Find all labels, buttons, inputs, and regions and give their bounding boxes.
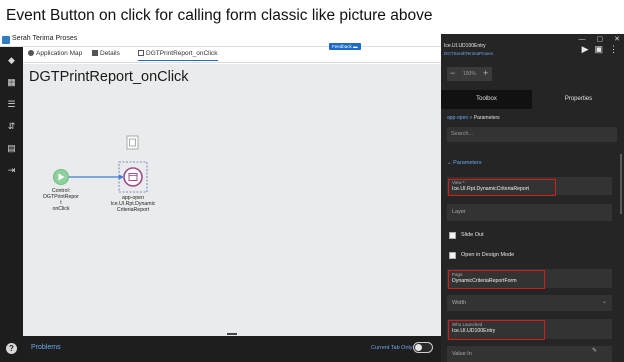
- close-button[interactable]: ✕: [614, 36, 620, 43]
- feedback-label: Feedback: [332, 44, 352, 49]
- breadcrumb-separator: >: [469, 115, 473, 121]
- breadcrumb-current: Parameters: [473, 115, 500, 121]
- tab-application-map[interactable]: Application Map: [28, 50, 82, 57]
- control-node-label: Control: DGTPrintRepor t onClick: [41, 188, 81, 212]
- workflow-canvas[interactable]: DGTPrintReport_onClick Control: DGTPrint…: [23, 64, 441, 336]
- width-placeholder: Width: [452, 300, 467, 306]
- left-toolbar: ◆ ▦ ☰ ⇵ ▤ ⇥ ?: [0, 47, 23, 362]
- details-icon: [92, 50, 98, 56]
- panel-actions: ▶ ▣ ⋮: [576, 44, 618, 55]
- panel-splitter[interactable]: [227, 333, 237, 335]
- app-open-label-line3: CriteriaReport: [116, 207, 150, 213]
- chevron-down-icon: ⌄: [601, 299, 607, 305]
- value-in-placeholder: Value In: [452, 351, 472, 357]
- tab-toolbox[interactable]: Toolbox: [441, 90, 532, 109]
- map-icon: [28, 50, 34, 56]
- application-window: Serah Terima Proses ◆ ▦ ☰ ⇵ ▤ ⇥ ? Applic…: [0, 34, 624, 362]
- title-bar: Serah Terima Proses: [0, 34, 441, 47]
- data-icon[interactable]: ▤: [6, 143, 17, 153]
- zoom-out-button[interactable]: −: [450, 68, 455, 78]
- save-icon[interactable]: ▣: [594, 44, 603, 54]
- window-controls: — ▢ ✕: [568, 35, 621, 43]
- toggle-knob: [415, 344, 422, 351]
- search-input[interactable]: Search...: [447, 127, 617, 142]
- tab-label: DGTPrintReport_onClick: [146, 50, 218, 57]
- current-tab-only-label: Current Tab Only: [371, 345, 413, 351]
- minimize-button[interactable]: —: [579, 36, 586, 43]
- workflow-diagram: [53, 135, 148, 193]
- app-open-node[interactable]: [123, 167, 143, 187]
- highlight-view: [448, 179, 556, 196]
- design-mode-checkbox[interactable]: [449, 252, 456, 259]
- tab-details[interactable]: Details: [92, 50, 120, 57]
- more-icon[interactable]: ⋮: [609, 44, 618, 54]
- control-label-line4: onClick: [52, 206, 70, 212]
- breadcrumb: app-open > Parameters: [447, 115, 500, 121]
- problems-bar: Problems Current Tab Only: [23, 336, 441, 362]
- zoom-control: − 100% +: [447, 67, 492, 81]
- slide-out-label: Slide Out: [461, 232, 484, 238]
- highlight-page: [448, 270, 545, 289]
- problems-tab[interactable]: Problems: [31, 344, 61, 351]
- zoom-value: 100%: [463, 71, 476, 77]
- panel-tabs: Toolbox Properties: [441, 90, 624, 109]
- layout-icon[interactable]: ▦: [6, 77, 17, 87]
- edit-icon[interactable]: ✎: [592, 347, 597, 354]
- help-icon[interactable]: ?: [6, 343, 17, 354]
- properties-panel: — ▢ ✕ Ice.UI.UD100Entry DGTSerahTerimaPros…: [441, 34, 624, 362]
- tab-properties[interactable]: Properties: [533, 90, 624, 109]
- zoom-in-button[interactable]: +: [483, 68, 488, 78]
- tab-bar: Application Map Details DGTPrintReport_o…: [23, 43, 441, 63]
- panel-title: Ice.UI.UD100Entry: [444, 43, 486, 49]
- value-in-field[interactable]: Value In ✎: [447, 346, 612, 362]
- breadcrumb-root[interactable]: app-open: [447, 115, 468, 121]
- flow-icon[interactable]: ⇵: [6, 121, 17, 131]
- export-icon[interactable]: ⇥: [6, 165, 17, 175]
- window-title: Serah Terima Proses: [12, 35, 78, 42]
- run-icon[interactable]: ▶: [582, 44, 589, 54]
- caption-text: Event Button on click for calling form c…: [0, 0, 624, 34]
- layer-placeholder: Layer: [452, 209, 466, 215]
- tab-label: Application Map: [36, 50, 83, 57]
- workflow-icon: [138, 50, 144, 56]
- panel-scrollbar[interactable]: [620, 154, 622, 214]
- width-field[interactable]: Width ⌄: [447, 295, 612, 311]
- main-panel: Application Map Details DGTPrintReport_o…: [23, 43, 441, 362]
- slide-out-checkbox[interactable]: [449, 232, 456, 239]
- parameters-section-header[interactable]: ⌄ Parameters: [447, 160, 482, 166]
- section-label: Parameters: [453, 160, 482, 166]
- layer-field[interactable]: Layer: [447, 204, 612, 221]
- app-open-node-label: app-open Ice.UI.Rpt.Dynamic CriteriaRepo…: [107, 195, 159, 213]
- tab-workflow[interactable]: DGTPrintReport_onClick Feedback ▬: [138, 43, 361, 61]
- layers-icon[interactable]: ◆: [6, 55, 17, 65]
- design-mode-label: Open in Design Mode: [461, 252, 515, 258]
- highlight-who-launched: [448, 320, 545, 340]
- current-tab-only-toggle[interactable]: [413, 342, 433, 353]
- app-icon: [2, 36, 10, 44]
- feedback-badge[interactable]: Feedback ▬: [329, 43, 361, 50]
- checklist-icon[interactable]: ☰: [6, 99, 17, 109]
- delete-node-icon[interactable]: [126, 135, 139, 150]
- tab-label: Details: [100, 50, 120, 57]
- maximize-button[interactable]: ▢: [597, 36, 604, 43]
- panel-subtitle[interactable]: DGTSerahTerimaProses: [444, 51, 493, 56]
